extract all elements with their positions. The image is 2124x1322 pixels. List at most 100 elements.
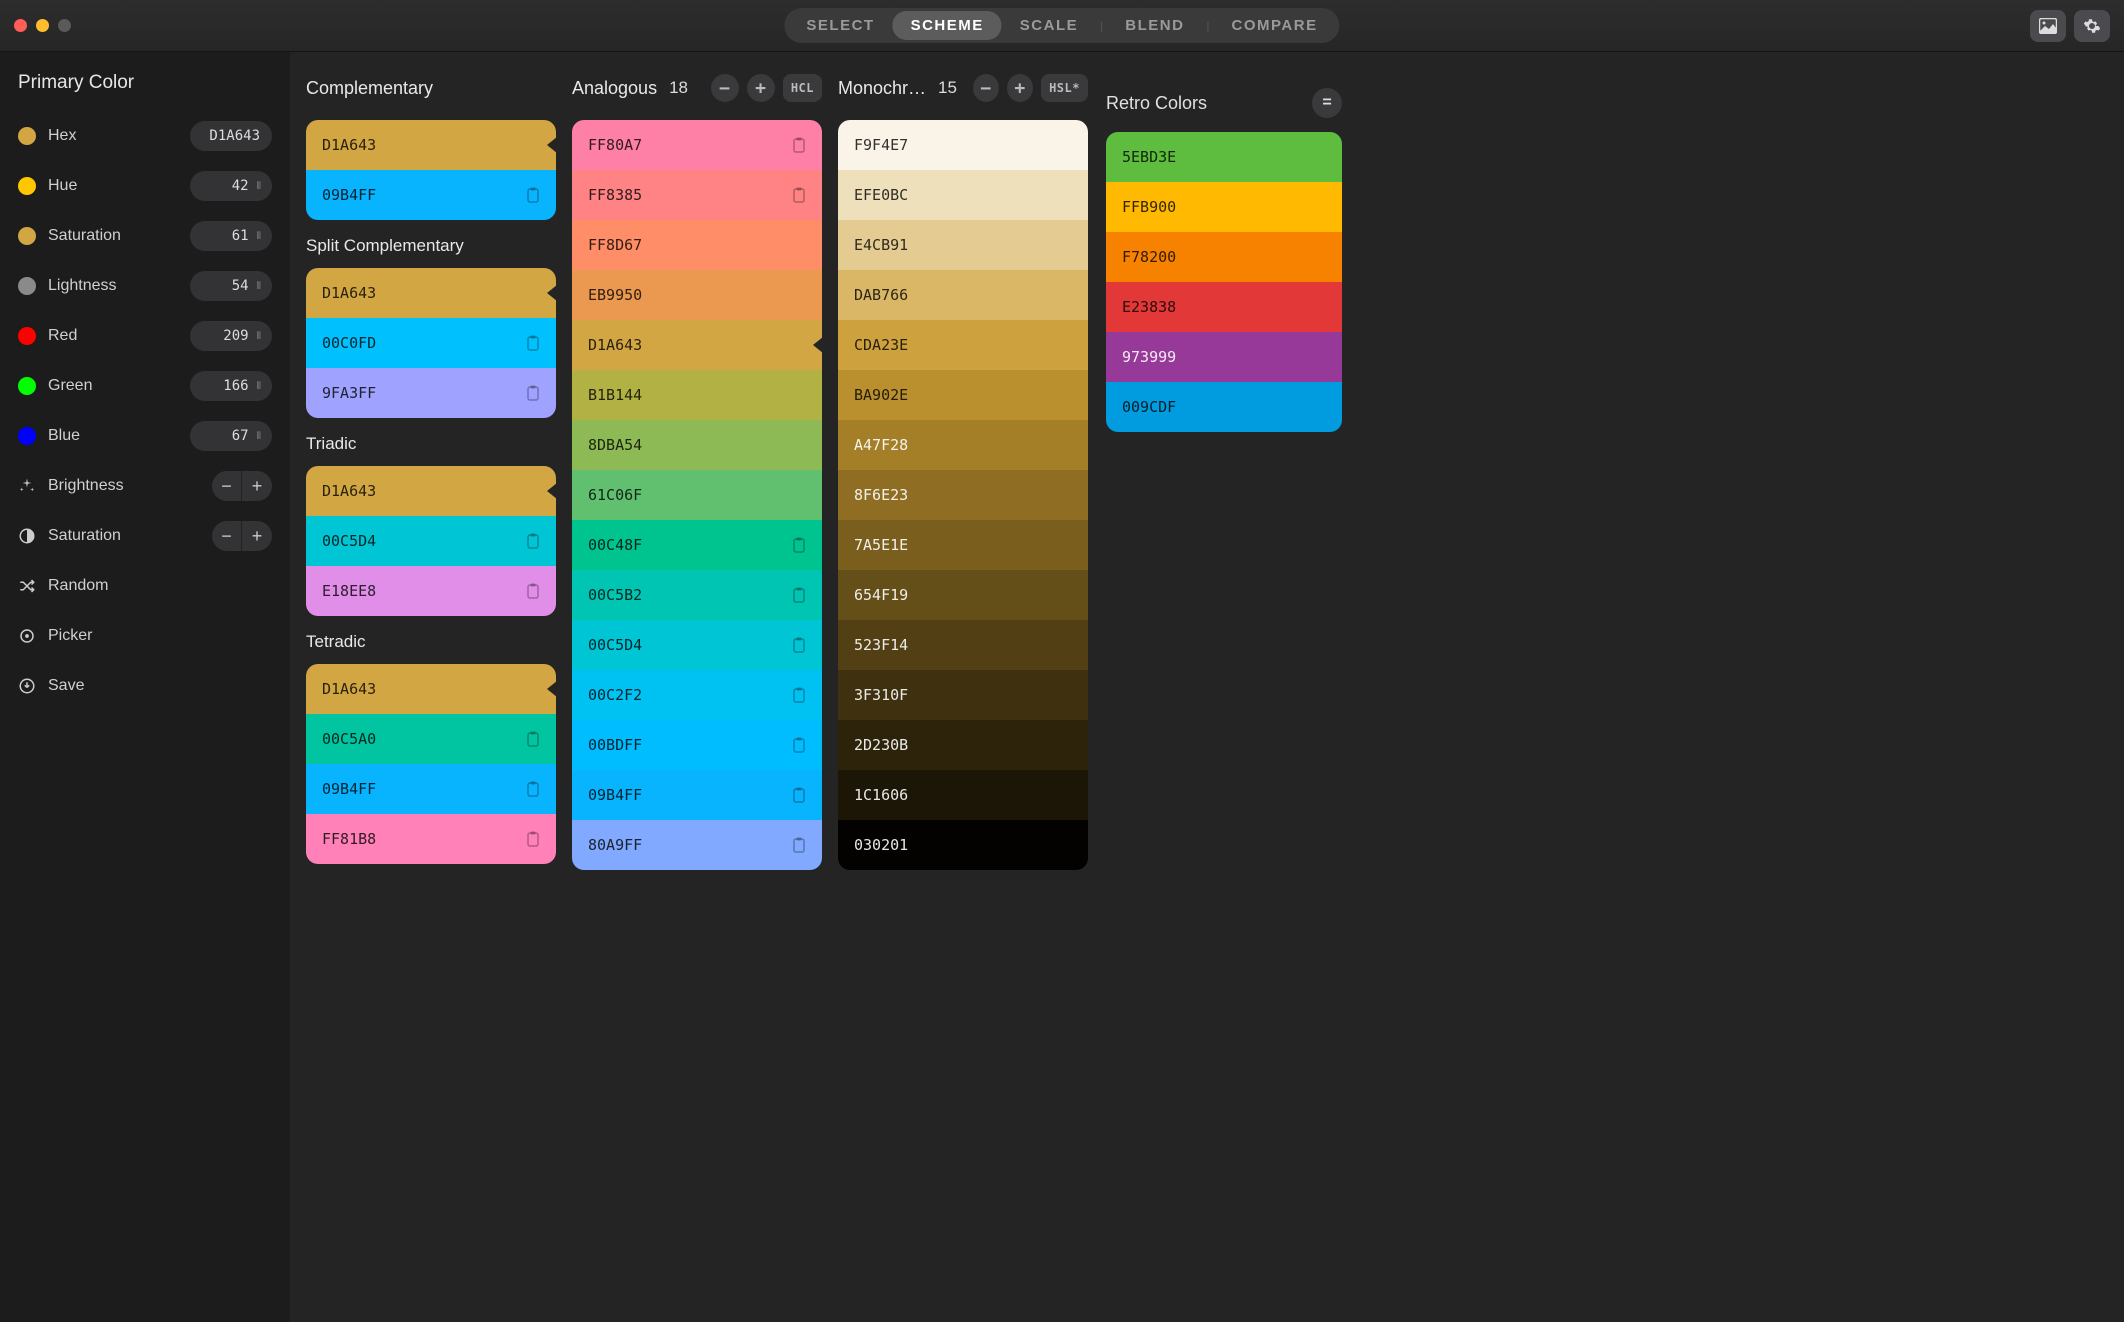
swatch-00C48F[interactable]: 00C48F [572,520,822,570]
clipboard-icon[interactable] [526,831,540,847]
monochrome-plus-button[interactable]: + [1007,74,1033,102]
swatch-D1A643[interactable]: D1A643 [306,664,556,714]
close-window-button[interactable] [14,19,27,32]
swatch-654F19[interactable]: 654F19 [838,570,1088,620]
swatch-00C2F2[interactable]: 00C2F2 [572,670,822,720]
clipboard-icon[interactable] [526,385,540,401]
swatch-09B4FF[interactable]: 09B4FF [306,170,556,220]
brightness-minus-button[interactable]: − [212,471,242,501]
maximize-window-button[interactable] [58,19,71,32]
prop-value-saturation[interactable]: 61⦀ [190,221,272,251]
monochrome-minus-button[interactable]: − [973,74,999,102]
swatch-F9F4E7[interactable]: F9F4E7 [838,120,1088,170]
swatch-00C5A0[interactable]: 00C5A0 [306,714,556,764]
swatch-FF80A7[interactable]: FF80A7 [572,120,822,170]
swatch-DAB766[interactable]: DAB766 [838,270,1088,320]
monochrome-mode-button[interactable]: HSL* [1041,74,1088,102]
swatch-FF81B8[interactable]: FF81B8 [306,814,556,864]
tab-scheme[interactable]: SCHEME [893,11,1002,40]
clipboard-icon[interactable] [792,637,806,653]
swatch-FF8D67[interactable]: FF8D67 [572,220,822,270]
swatch-FF8385[interactable]: FF8385 [572,170,822,220]
swatch-030201[interactable]: 030201 [838,820,1088,870]
prop-value-red[interactable]: 209⦀ [190,321,272,351]
swatch-D1A643[interactable]: D1A643 [572,320,822,370]
clipboard-icon[interactable] [792,737,806,753]
swatch-8DBA54[interactable]: 8DBA54 [572,420,822,470]
swatch-FFB900[interactable]: FFB900 [1106,182,1342,232]
section-title: Tetradic [306,632,556,652]
settings-button[interactable] [2074,10,2110,42]
adjust-label: Brightness [48,477,200,495]
swatch-hex: 973999 [1122,348,1176,366]
swatch-00C0FD[interactable]: 00C0FD [306,318,556,368]
swatch-BA902E[interactable]: BA902E [838,370,1088,420]
tab-scale[interactable]: SCALE [1002,11,1096,40]
analogous-plus-button[interactable]: + [747,74,775,102]
clipboard-icon[interactable] [526,187,540,203]
swatch-A47F28[interactable]: A47F28 [838,420,1088,470]
swatch-523F14[interactable]: 523F14 [838,620,1088,670]
saturation-minus-button[interactable]: − [212,521,242,551]
swatch-00C5D4[interactable]: 00C5D4 [572,620,822,670]
clipboard-icon[interactable] [792,837,806,853]
swatch-80A9FF[interactable]: 80A9FF [572,820,822,870]
retro-menu-button[interactable]: = [1312,88,1342,118]
clipboard-icon[interactable] [792,137,806,153]
swatch-EFE0BC[interactable]: EFE0BC [838,170,1088,220]
swatch-7A5E1E[interactable]: 7A5E1E [838,520,1088,570]
clipboard-icon[interactable] [792,537,806,553]
swatch-8F6E23[interactable]: 8F6E23 [838,470,1088,520]
tab-blend[interactable]: BLEND [1107,11,1202,40]
clipboard-icon[interactable] [792,187,806,203]
analogous-minus-button[interactable]: − [711,74,739,102]
swatch-00C5D4[interactable]: 00C5D4 [306,516,556,566]
swatch-09B4FF[interactable]: 09B4FF [306,764,556,814]
swatch-D1A643[interactable]: D1A643 [306,268,556,318]
minimize-window-button[interactable] [36,19,49,32]
swatch-00BDFF[interactable]: 00BDFF [572,720,822,770]
swatch-E4CB91[interactable]: E4CB91 [838,220,1088,270]
swatch-B1B144[interactable]: B1B144 [572,370,822,420]
swatch-E23838[interactable]: E23838 [1106,282,1342,332]
swatch-EB9950[interactable]: EB9950 [572,270,822,320]
swatch-61C06F[interactable]: 61C06F [572,470,822,520]
clipboard-icon[interactable] [526,335,540,351]
swatch-D1A643[interactable]: D1A643 [306,466,556,516]
analogous-mode-button[interactable]: HCL [783,74,822,102]
swatch-F78200[interactable]: F78200 [1106,232,1342,282]
prop-value-green[interactable]: 166⦀ [190,371,272,401]
swatch-00C5B2[interactable]: 00C5B2 [572,570,822,620]
brightness-plus-button[interactable]: + [242,471,272,501]
swatch-009CDF[interactable]: 009CDF [1106,382,1342,432]
prop-value-blue[interactable]: 67⦀ [190,421,272,451]
tab-compare[interactable]: COMPARE [1214,11,1336,40]
swatch-973999[interactable]: 973999 [1106,332,1342,382]
saturation-plus-button[interactable]: + [242,521,272,551]
swatch-3F310F[interactable]: 3F310F [838,670,1088,720]
clipboard-icon[interactable] [526,781,540,797]
prop-value-lightness[interactable]: 54⦀ [190,271,272,301]
swatch-D1A643[interactable]: D1A643 [306,120,556,170]
action-random[interactable]: Random [18,564,272,608]
prop-value-hue[interactable]: 42⦀ [190,171,272,201]
action-picker[interactable]: Picker [18,614,272,658]
tab-select[interactable]: SELECT [788,11,892,40]
swatch-CDA23E[interactable]: CDA23E [838,320,1088,370]
swatch-1C1606[interactable]: 1C1606 [838,770,1088,820]
swatch-E18EE8[interactable]: E18EE8 [306,566,556,616]
clipboard-icon[interactable] [526,731,540,747]
action-save[interactable]: Save [18,664,272,708]
clipboard-icon[interactable] [792,587,806,603]
swatch-09B4FF[interactable]: 09B4FF [572,770,822,820]
clipboard-icon[interactable] [792,687,806,703]
color-dot [18,177,36,195]
prop-value-hex[interactable]: D1A643 [190,121,272,151]
swatch-9FA3FF[interactable]: 9FA3FF [306,368,556,418]
clipboard-icon[interactable] [526,583,540,599]
swatch-5EBD3E[interactable]: 5EBD3E [1106,132,1342,182]
image-button[interactable] [2030,10,2066,42]
clipboard-icon[interactable] [792,787,806,803]
clipboard-icon[interactable] [526,533,540,549]
swatch-2D230B[interactable]: 2D230B [838,720,1088,770]
